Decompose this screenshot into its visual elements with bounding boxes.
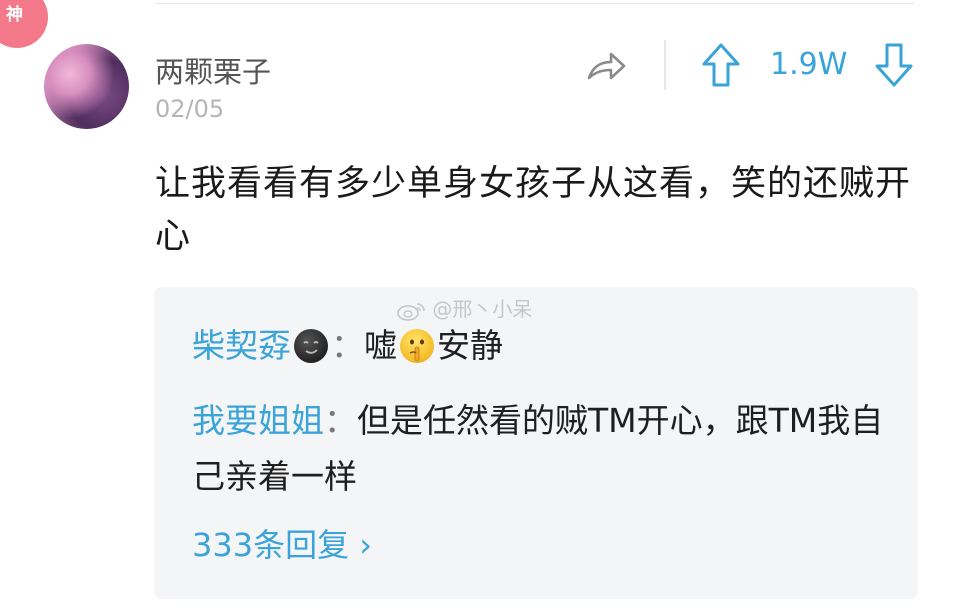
god-comment-badge: 神: [0, 0, 48, 48]
post-date: 02/05: [155, 95, 225, 123]
username[interactable]: 两颗栗子: [155, 49, 271, 91]
downvote-arrow-icon[interactable]: [873, 42, 915, 88]
smirking-moon-emoji-icon: [294, 329, 328, 363]
comment-text: 让我看看有多少单身女孩子从这看，笑的还贼开心: [155, 164, 912, 257]
reply-text-after: 安静: [437, 326, 503, 365]
reply-nickname[interactable]: 我要姐姐: [192, 401, 324, 440]
reply-colon: ：: [324, 401, 357, 440]
reply-colon: ：: [331, 326, 364, 365]
vote-count: 1.9W: [770, 47, 848, 82]
upvote-arrow-icon[interactable]: [700, 42, 742, 88]
action-separator: [664, 40, 666, 90]
top-divider: [155, 3, 915, 4]
avatar[interactable]: [44, 44, 129, 129]
view-more-replies-link[interactable]: 333条回复 ›: [192, 520, 372, 566]
share-arrow-icon[interactable]: [585, 48, 627, 88]
reply-item[interactable]: 柴契孬 ：嘘 安静: [192, 318, 892, 374]
badge-label: 神: [6, 5, 23, 25]
reply-item[interactable]: 我要姐姐：但是任然看的贼TM开心，跟TM我自己亲着一样: [192, 393, 892, 505]
reply-nickname[interactable]: 柴契孬: [192, 326, 291, 365]
replies-panel[interactable]: @邢丶小呆 柴契孬 ：嘘 安静 我要姐姐：但是任然看的贼TM开心，跟TM我自己亲着一…: [154, 287, 918, 599]
reply-text-before: 嘘: [364, 326, 397, 365]
shushing-face-emoji-icon: [400, 329, 434, 363]
